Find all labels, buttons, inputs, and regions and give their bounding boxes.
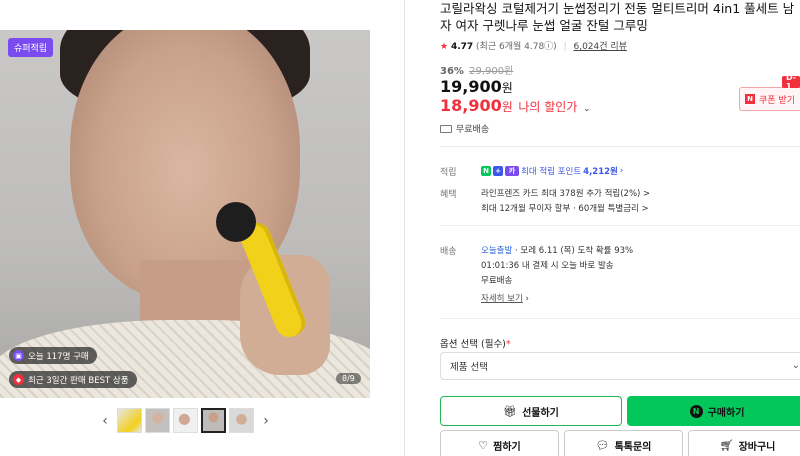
benefit-card-link[interactable]: 라인프렌즈 카드 최대 378원 추가 적립(2%) > [481,187,650,199]
currency-unit: 원 [501,81,513,95]
option-title-text: 옵션 선택 (필수) [440,339,506,350]
points-label: 적립 [440,168,457,178]
thumbnail[interactable] [173,408,198,433]
benefit-label: 혜택 [440,190,457,200]
my-discount-price[interactable]: 18,900원 나의 할인가 ⌄ [440,96,591,115]
cart-label: 장바구니 [738,441,776,453]
delivery-estimate: 오늘출발 · 모레 6.11 (목) 도착 확률 93% [481,244,633,256]
discount-row: 36% 29,900원 [440,62,513,77]
chevron-right-icon: › [525,294,529,304]
cart-icon: 🛒︎ [719,438,734,452]
chevron-down-icon: ⌄ [791,360,800,371]
review-count-link[interactable]: 6,024건 리뷰 [573,42,626,52]
purchase-count-pill: ▣ 오늘 117명 구매 [9,347,97,364]
purchase-count-text: 오늘 117명 구매 [28,351,89,362]
option-title: 옵션 선택 (필수)* [440,336,511,350]
chat-icon: 💬︎ [595,438,610,452]
chevron-right-icon[interactable]: › [257,413,275,429]
currency-unit: 원 [501,100,513,114]
chevron-left-icon[interactable]: ‹ [96,413,114,429]
cart-button[interactable]: 🛒︎ 장바구니 [688,430,800,456]
column-divider [404,0,405,456]
shipping-text: 무료배송 [456,125,490,135]
delivery-detail-link[interactable]: 자세히 보기 › [481,292,529,304]
buy-label: 구매하기 [707,407,745,419]
thumbnail[interactable] [145,408,170,433]
points-value: 4,212원 [583,167,618,177]
naver-n-icon: N [481,166,491,176]
benefit-installment-link[interactable]: 최대 12개월 무이자 할부 · 60개월 특별금리 > [481,202,649,214]
divider [440,318,800,319]
detail-link-text: 자세히 보기 [481,294,523,304]
gift-label: 선물하기 [522,407,559,419]
my-price-label: 나의 할인가 [518,100,578,114]
image-page-count: 8/9 [336,373,361,384]
naver-n-icon: N [745,94,755,104]
product-option-select[interactable]: 제품 선택 ⌄ [440,352,800,380]
thumbnail[interactable] [229,408,254,433]
dday-badge: D-1 [782,73,800,91]
my-price-value: 18,900 [440,96,502,115]
product-title: 고릴라왁싱 코털제거기 눈썹정리기 전동 멀티트리머 4in1 풀세트 남자 여… [440,1,795,33]
talk-inquiry-button[interactable]: 💬︎ 톡톡문의 [564,430,683,456]
chevron-down-icon: ⌄ [582,104,591,114]
sale-price: 19,900원 [440,77,513,96]
divider: | [563,42,567,52]
bag-icon: ▣ [13,350,24,361]
required-mark: * [505,339,511,350]
chevron-right-icon: › [619,166,624,176]
info-icon[interactable]: ⓘ) [544,42,557,52]
star-icon: ★ [440,42,449,52]
heart-icon: ♡ [478,438,489,452]
buy-button[interactable]: N 구매하기 [627,396,800,426]
gift-icon: 🎁︎ [503,404,518,418]
super-points-badge: 슈퍼적립 [8,38,54,57]
wish-button[interactable]: ♡ 찜하기 [440,430,559,456]
dispatch-cutoff: 01:01:36 내 결제 시 오늘 바로 발송 [481,261,614,271]
best-seller-text: 최근 3일간 판매 BEST 상품 [28,375,129,386]
today-dispatch-tag: 오늘출발 [481,246,513,256]
sale-price-value: 19,900 [440,77,502,96]
talk-label: 톡톡문의 [614,441,652,453]
product-main-image[interactable] [0,30,370,398]
card-icon: 카 [505,166,519,176]
gift-button[interactable]: 🎁︎ 선물하기 [440,396,622,426]
thumbnail-active[interactable] [201,408,226,433]
naver-n-icon: N [689,404,703,418]
shipping-row: 무료배송 [440,122,489,135]
divider [440,225,800,226]
delivery-fee: 무료배송 [481,276,513,286]
coupon-label: 쿠폰 받기 [759,95,795,106]
thumbnail-strip: ‹ › [96,408,275,433]
select-placeholder: 제품 선택 [450,362,488,373]
rating-score: 4.77 [450,42,474,52]
image-trimmer-head [216,202,256,242]
arrival-estimate: · 모레 6.11 (목) 도착 확률 93% [512,246,634,256]
truck-icon [440,124,452,133]
delivery-label: 배송 [440,247,457,257]
gift-icon: ◆ [13,374,24,385]
points-row[interactable]: N + 카 최대 적립 포인트 4,212원 › [481,165,623,177]
plus-icon: + [493,166,503,176]
wish-label: 찜하기 [493,441,521,453]
best-seller-pill: ◆ 최근 3일간 판매 BEST 상품 [9,371,137,388]
discount-percent: 36% [440,66,464,77]
points-text-prefix: 최대 적립 포인트 [521,167,582,177]
original-price: 29,900원 [469,66,514,77]
thumbnail[interactable] [117,408,142,433]
rating-detail: (최근 6개월 4.78 [476,42,545,52]
rating-row: ★ 4.77 (최근 6개월 4.78ⓘ) | 6,024건 리뷰 [440,39,627,52]
divider [440,146,800,147]
